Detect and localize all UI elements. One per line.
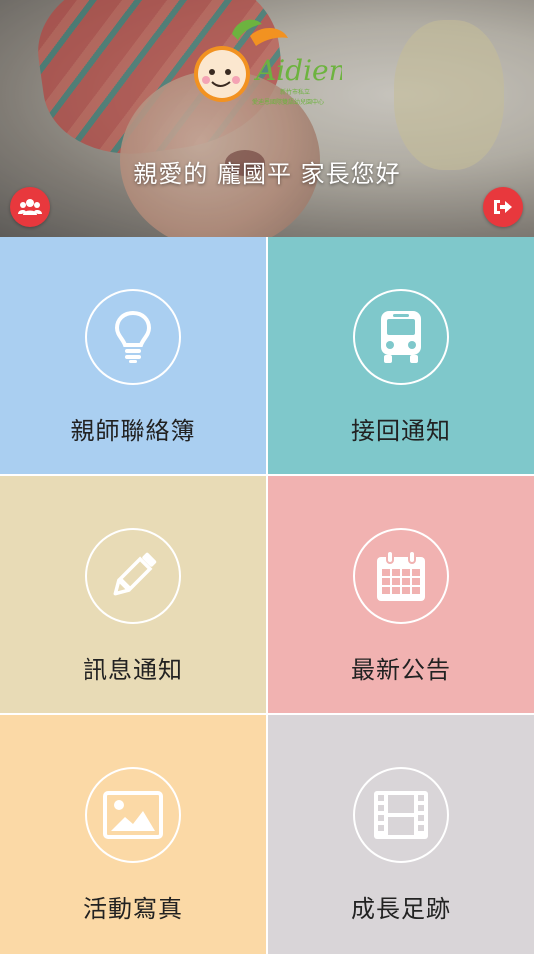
tile-activity-photos[interactable]: 活動寫真 — [0, 715, 266, 954]
tile-label: 親師聯絡簿 — [70, 417, 196, 445]
users-button[interactable] — [10, 187, 50, 227]
calendar-icon — [377, 550, 425, 601]
greeting-text: 親愛的 龐國平 家長您好 — [133, 160, 401, 188]
users-icon — [18, 199, 42, 215]
lightbulb-icon — [114, 310, 152, 363]
tile-messages[interactable]: 訊息通知 — [0, 476, 266, 713]
logout-button[interactable] — [483, 187, 523, 227]
tile-icon-ring — [85, 767, 181, 863]
aidien-logo: Aidien 新竹市私立 愛迪恩國際雙語幼兒園中心 — [194, 19, 342, 106]
tile-icon-ring — [353, 767, 449, 863]
tile-growth-record[interactable]: 成長足跡 — [268, 715, 534, 954]
tile-contact-book[interactable]: 親師聯絡簿 — [0, 237, 266, 474]
tile-label: 活動寫真 — [83, 895, 183, 923]
logo-line2: 愛迪恩國際雙語幼兒園中心 — [252, 98, 324, 106]
logo-brand-text: Aidien — [253, 54, 342, 87]
header-banner: Aidien 新竹市私立 愛迪恩國際雙語幼兒園中心 親愛的 龐國平 家長您好 — [0, 0, 534, 237]
tile-icon-ring — [85, 528, 181, 624]
film-icon — [374, 791, 428, 839]
tile-label: 接回通知 — [351, 417, 451, 445]
logout-icon — [494, 200, 512, 214]
tile-icon-ring — [85, 289, 181, 385]
tile-pickup-notice[interactable]: 接回通知 — [268, 237, 534, 474]
tile-icon-ring — [353, 289, 449, 385]
tile-label: 成長足跡 — [351, 895, 451, 923]
tile-icon-ring — [353, 528, 449, 624]
tile-label: 最新公告 — [351, 656, 451, 684]
tile-announcements[interactable]: 最新公告 — [268, 476, 534, 713]
bus-icon — [381, 311, 421, 363]
image-icon — [103, 791, 163, 839]
tile-label: 訊息通知 — [83, 656, 183, 684]
logo-line1: 新竹市私立 — [280, 88, 310, 96]
menu-grid: 親師聯絡簿 接回通知 訊息通知 最新公告 活動寫真 成長足跡 — [0, 237, 534, 954]
pencil-icon — [113, 552, 157, 596]
